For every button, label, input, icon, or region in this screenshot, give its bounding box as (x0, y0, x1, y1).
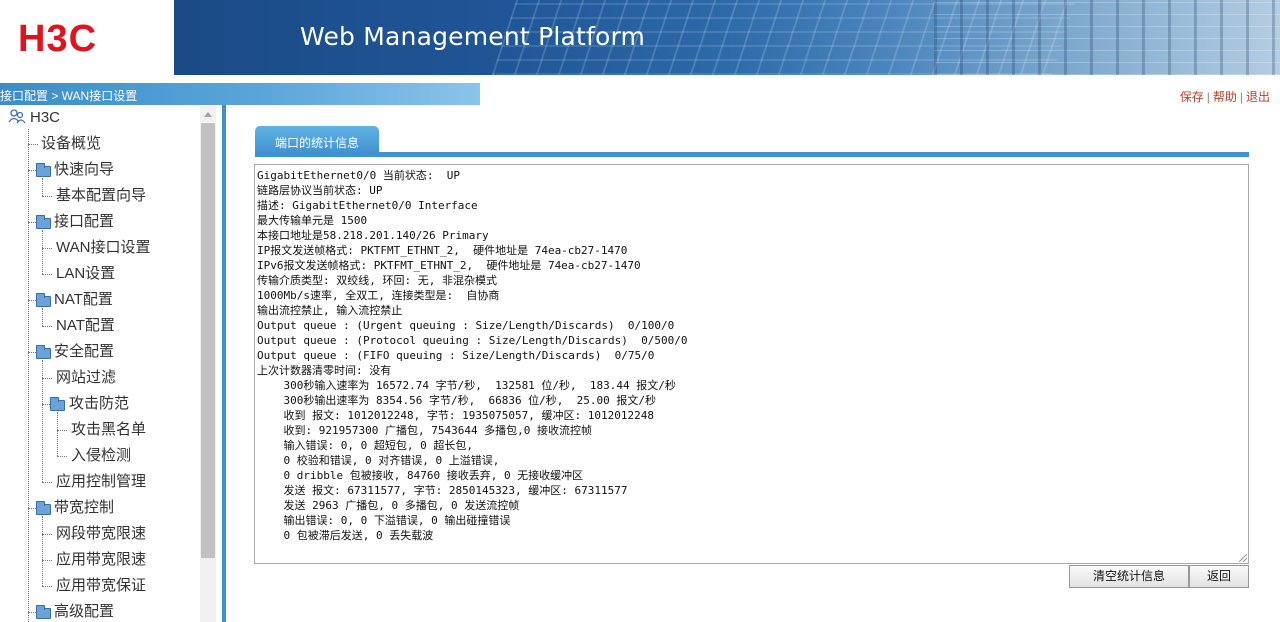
tab-label: 端口的统计信息 (274, 136, 359, 150)
folder-icon (36, 293, 51, 307)
tree-line (42, 482, 52, 483)
tree-line (28, 144, 38, 145)
scroll-up-button[interactable] (200, 106, 216, 122)
tree-line (28, 352, 36, 353)
save-link[interactable]: 保存 (1180, 90, 1204, 104)
folder-icon (36, 501, 51, 515)
stats-line: Output queue : (FIFO queuing : Size/Leng… (257, 349, 655, 362)
stats-line: IPv6报文发送帧格式: PKTFMT_ETHNT_2, 硬件地址是 74ea-… (257, 259, 641, 272)
stats-line: 发送 2963 广播包, 0 多播包, 0 发送流控帧 (257, 499, 520, 512)
sidebar-scroll-thumb[interactable] (201, 123, 215, 558)
stats-line: 300秒输出速率为 8354.56 字节/秒, 66836 位/秒, 25.00… (257, 394, 657, 407)
tree-line (57, 412, 58, 456)
folder-icon (36, 215, 51, 229)
tab-underline (255, 152, 1249, 157)
resize-grip-icon[interactable] (1239, 554, 1247, 562)
help-link[interactable]: 帮助 (1213, 90, 1237, 104)
tree-line (42, 560, 52, 561)
stats-line: GigabitEthernet0/0 当前状态: UP (257, 169, 460, 182)
sidebar: H3C 设备概览 快速向导 基本配置向导 接口配置 WAN接口设置 LAN设置 … (0, 105, 224, 622)
tree-line (28, 612, 36, 613)
stats-line: IP报文发送帧格式: PKTFMT_ETHNT_2, 硬件地址是 74ea-cb… (257, 244, 628, 257)
banner-window-graphic (934, 0, 1280, 75)
stats-line: 收到: 921957300 广播包, 7543644 多播包,0 接收流控帧 (257, 424, 593, 437)
breadcrumb-bar: 接口配置 > WAN接口设置 (0, 83, 480, 105)
stats-line: 描述: GigabitEthernet0/0 Interface (257, 199, 478, 212)
stats-line: 300秒输入速率为 16572.74 字节/秒, 132581 位/秒, 183… (257, 379, 676, 392)
stats-line: 上次计数器清零时间: 没有 (257, 364, 392, 377)
folder-icon (36, 345, 51, 359)
sidebar-divider (222, 105, 226, 622)
stats-line: 1000Mb/s速率, 全双工, 连接类型是: 自协商 (257, 289, 500, 302)
tab-port-statistics[interactable]: 端口的统计信息 (255, 126, 379, 154)
tree-line (42, 378, 52, 379)
tree-line (28, 508, 36, 509)
tree-line (42, 248, 52, 249)
tree-line (28, 300, 36, 301)
link-separator: | (1239, 90, 1243, 104)
port-statistics-textarea[interactable]: GigabitEthernet0/0 当前状态: UP 链路层协议当前状态: UP… (254, 164, 1249, 564)
tree-line (42, 516, 43, 586)
folder-icon (50, 397, 65, 411)
header: H3C Web Management Platform (0, 0, 1280, 75)
tree-line (42, 326, 52, 327)
link-separator: | (1206, 90, 1210, 104)
tree-line (42, 308, 43, 326)
back-button[interactable]: 返回 (1189, 565, 1249, 588)
tree-line (57, 456, 67, 457)
breadcrumb: 接口配置 > WAN接口设置 (0, 89, 138, 103)
tree-line (42, 534, 52, 535)
stats-line: 发送 报文: 67311577, 字节: 2850145323, 缓冲区: 67… (257, 484, 628, 497)
stats-line: 收到 报文: 1012012248, 字节: 1935075057, 缓冲区: … (257, 409, 655, 422)
tree-line (28, 129, 29, 622)
tree-line (28, 222, 36, 223)
tree-line (42, 196, 52, 197)
stats-line: 输出错误: 0, 0 下溢错误, 0 输出碰撞错误 (257, 514, 511, 527)
stats-line: 0 包被滞后发送, 0 丢失载波 (257, 529, 434, 542)
tree-line (42, 586, 52, 587)
stats-line: 输出流控禁止, 输入流控禁止 (257, 304, 403, 317)
folder-icon (36, 163, 51, 177)
banner: Web Management Platform (174, 0, 1280, 75)
h3c-logo: H3C (18, 18, 98, 60)
folder-icon (36, 605, 51, 619)
tree-line (42, 274, 52, 275)
tree-line (42, 178, 43, 196)
platform-title: Web Management Platform (300, 22, 646, 51)
tree-line (28, 170, 36, 171)
stats-line: 0 dribble 包被接收, 84760 接收丢弃, 0 无接收缓冲区 (257, 469, 584, 482)
top-links: 保存 | 帮助 | 退出 (1180, 88, 1270, 105)
stats-line: 链路层协议当前状态: UP (257, 184, 383, 197)
stats-line: 本接口地址是58.218.201.140/26 Primary (257, 229, 489, 242)
logout-link[interactable]: 退出 (1246, 90, 1270, 104)
stats-line: Output queue : (Protocol queuing : Size/… (257, 334, 688, 347)
tree-line (42, 404, 50, 405)
stats-line: 0 校验和错误, 0 对齐错误, 0 上溢错误, (257, 454, 500, 467)
tree-line (42, 230, 43, 274)
tree-line (57, 430, 67, 431)
stats-line: 输入错误: 0, 0 超短包, 0 超长包, (257, 439, 473, 452)
stats-line: 传输介质类型: 双绞线, 环回: 无, 非混杂模式 (257, 274, 497, 287)
stats-line: 最大传输单元是 1500 (257, 214, 368, 227)
stats-line: Output queue : (Urgent queuing : Size/Le… (257, 319, 675, 332)
logo-area: H3C (0, 0, 174, 75)
clear-statistics-button[interactable]: 清空统计信息 (1069, 565, 1189, 588)
users-icon (8, 109, 26, 124)
